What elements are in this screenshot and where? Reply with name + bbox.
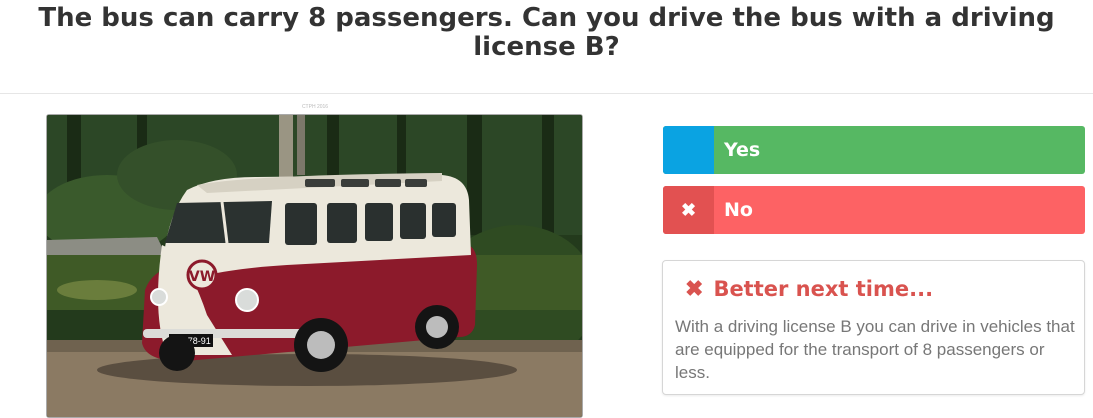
feedback-panel: ✖ Better next time... With a driving lic… [662,260,1085,395]
answer-yes-label: Yes [724,139,761,161]
divider [0,93,1093,94]
image-credit: CTPH 2016 [301,104,329,110]
answer-yes[interactable]: Yes [663,126,1085,174]
answer-no[interactable]: ✖ No [663,186,1085,234]
svg-text:VW: VW [189,269,215,285]
question-title: The bus can carry 8 passengers. Can you … [38,3,1055,62]
bus-photo: VW AM-78-91 [46,114,583,418]
answer-yes-marker [663,126,714,174]
feedback-heading: Better next time... [713,277,934,301]
feedback-text: With a driving license B you can drive i… [675,317,1075,382]
feedback-heading-row: ✖ Better next time... [685,276,934,302]
close-icon: ✖ [663,186,714,234]
answer-no-label: No [724,199,753,221]
close-icon: ✖ [685,276,704,301]
